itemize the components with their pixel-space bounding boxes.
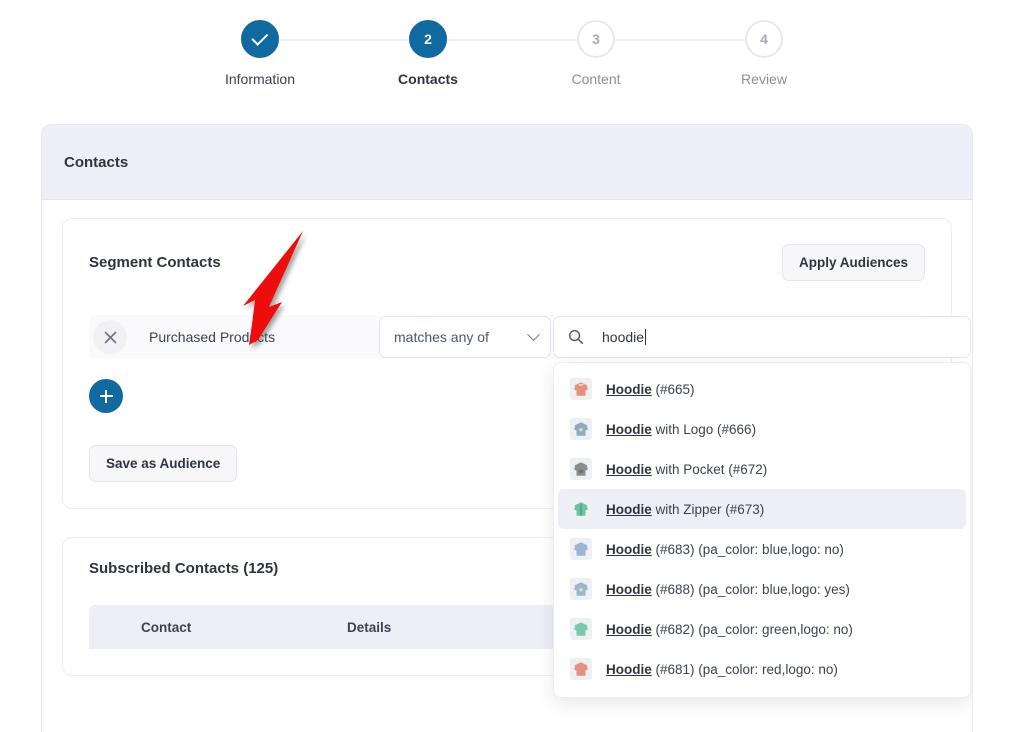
product-thumbnail-icon [570,498,592,520]
rest-text: with Pocket (#672) [651,461,768,477]
list-item[interactable]: Hoodie (#688) (pa_color: blue,logo: yes) [558,569,966,609]
match-text: Hoodie [606,621,652,637]
product-thumbnail-icon [570,578,592,600]
list-item-label: Hoodie (#682) (pa_color: green,logo: no) [606,622,853,637]
list-item[interactable]: Hoodie with Logo (#666) [558,409,966,449]
wizard-stepper: Information 2 Contacts 3 Content 4 Revie… [0,0,1024,100]
list-item-label: Hoodie (#665) [606,382,695,397]
stepper-step-information[interactable]: Information [176,20,409,87]
plus-vertical [105,389,107,403]
plus-icon [99,389,113,403]
column-header-contact: Contact [141,619,192,635]
check-icon [250,28,268,46]
stepper-step-content[interactable]: 3 Content [512,20,745,87]
filter-operator-select[interactable]: matches any of [379,316,551,358]
match-text: Hoodie [606,581,652,597]
stepper-step-review[interactable]: 4 Review [680,20,848,87]
list-item-label: Hoodie with Pocket (#672) [606,462,767,477]
list-item-label: Hoodie (#688) (pa_color: blue,logo: yes) [606,582,850,597]
save-as-audience-button[interactable]: Save as Audience [89,445,238,482]
stepper-circle-information[interactable] [241,20,279,58]
rest-text: (#688) (pa_color: blue,logo: yes) [651,581,850,597]
product-thumbnail-icon [570,458,592,480]
stepper-circle-content[interactable]: 3 [577,20,615,58]
rest-text: (#665) [651,381,695,397]
match-text: Hoodie [606,381,652,397]
list-item-label: Hoodie (#683) (pa_color: blue,logo: no) [606,542,844,557]
stepper-label-review: Review [741,71,787,87]
apply-audiences-button[interactable]: Apply Audiences [781,243,925,281]
list-item-label: Hoodie with Zipper (#673) [606,502,764,517]
stepper-label-content: Content [571,71,621,87]
rest-text: with Logo (#666) [651,421,757,437]
rest-text: (#681) (pa_color: red,logo: no) [651,661,838,677]
match-text: Hoodie [606,501,652,517]
list-item[interactable]: Hoodie (#682) (pa_color: green,logo: no) [558,609,966,649]
rest-text: with Zipper (#673) [651,501,765,517]
contacts-card: Contacts Segment Contacts Apply Audience… [41,124,973,732]
column-header-details: Details [347,619,392,635]
product-thumbnail-icon [570,618,592,640]
chevron-down-icon [527,327,540,341]
match-text: Hoodie [606,661,652,677]
list-item-label: Hoodie with Logo (#666) [606,422,756,437]
list-item[interactable]: Hoodie with Pocket (#672) [558,449,966,489]
product-search-box[interactable]: hoodie [553,316,971,358]
stepper-label-contacts: Contacts [398,71,458,87]
list-item[interactable]: Hoodie (#665) [558,369,966,409]
segment-contacts-panel: Segment Contacts Apply Audiences Purchas… [62,218,971,698]
add-filter-button[interactable] [89,379,123,413]
rest-text: (#683) (pa_color: blue,logo: no) [651,541,844,557]
search-input[interactable]: hoodie [602,329,647,345]
stepper-circle-review[interactable]: 4 [745,20,783,58]
stepper-step-contacts[interactable]: 2 Contacts [344,20,577,87]
filter-field-name: Purchased Products [149,329,276,345]
list-item-label: Hoodie (#681) (pa_color: red,logo: no) [606,662,838,677]
product-thumbnail-icon [570,658,592,680]
product-thumbnail-icon [570,418,592,440]
stepper-connector [615,39,745,41]
remove-filter-button[interactable] [93,320,127,354]
card-body: Segment Contacts Apply Audiences Purchas… [42,200,972,698]
stepper-connector [447,39,577,41]
stepper-connector [279,39,409,41]
filter-operator-value: matches any of [394,329,489,345]
card-header: Contacts [42,125,972,200]
product-thumbnail-icon [570,378,592,400]
search-input-value: hoodie [602,329,645,345]
product-suggestions-dropdown: Hoodie (#665) Hoodie with Logo (#666) Ho… [553,362,971,698]
match-text: Hoodie [606,461,652,477]
product-thumbnail-icon [570,538,592,560]
page-title: Contacts [64,153,129,171]
text-caret [645,329,647,345]
list-item[interactable]: Hoodie with Zipper (#673) [558,489,966,529]
search-icon [568,329,584,345]
rest-text: (#682) (pa_color: green,logo: no) [651,621,853,637]
match-text: Hoodie [606,421,652,437]
segment-contacts-title: Segment Contacts [89,253,221,271]
list-item[interactable]: Hoodie (#681) (pa_color: red,logo: no) [558,649,966,689]
stepper-circle-contacts[interactable]: 2 [409,20,447,58]
segment-filter-row: Purchased Products matches any of hoodie [89,315,971,698]
stepper-label-information: Information [224,71,296,87]
segment-panel-header: Segment Contacts Apply Audiences [89,241,925,283]
list-item[interactable]: Hoodie (#683) (pa_color: blue,logo: no) [558,529,966,569]
match-text: Hoodie [606,541,652,557]
close-icon [104,331,116,343]
